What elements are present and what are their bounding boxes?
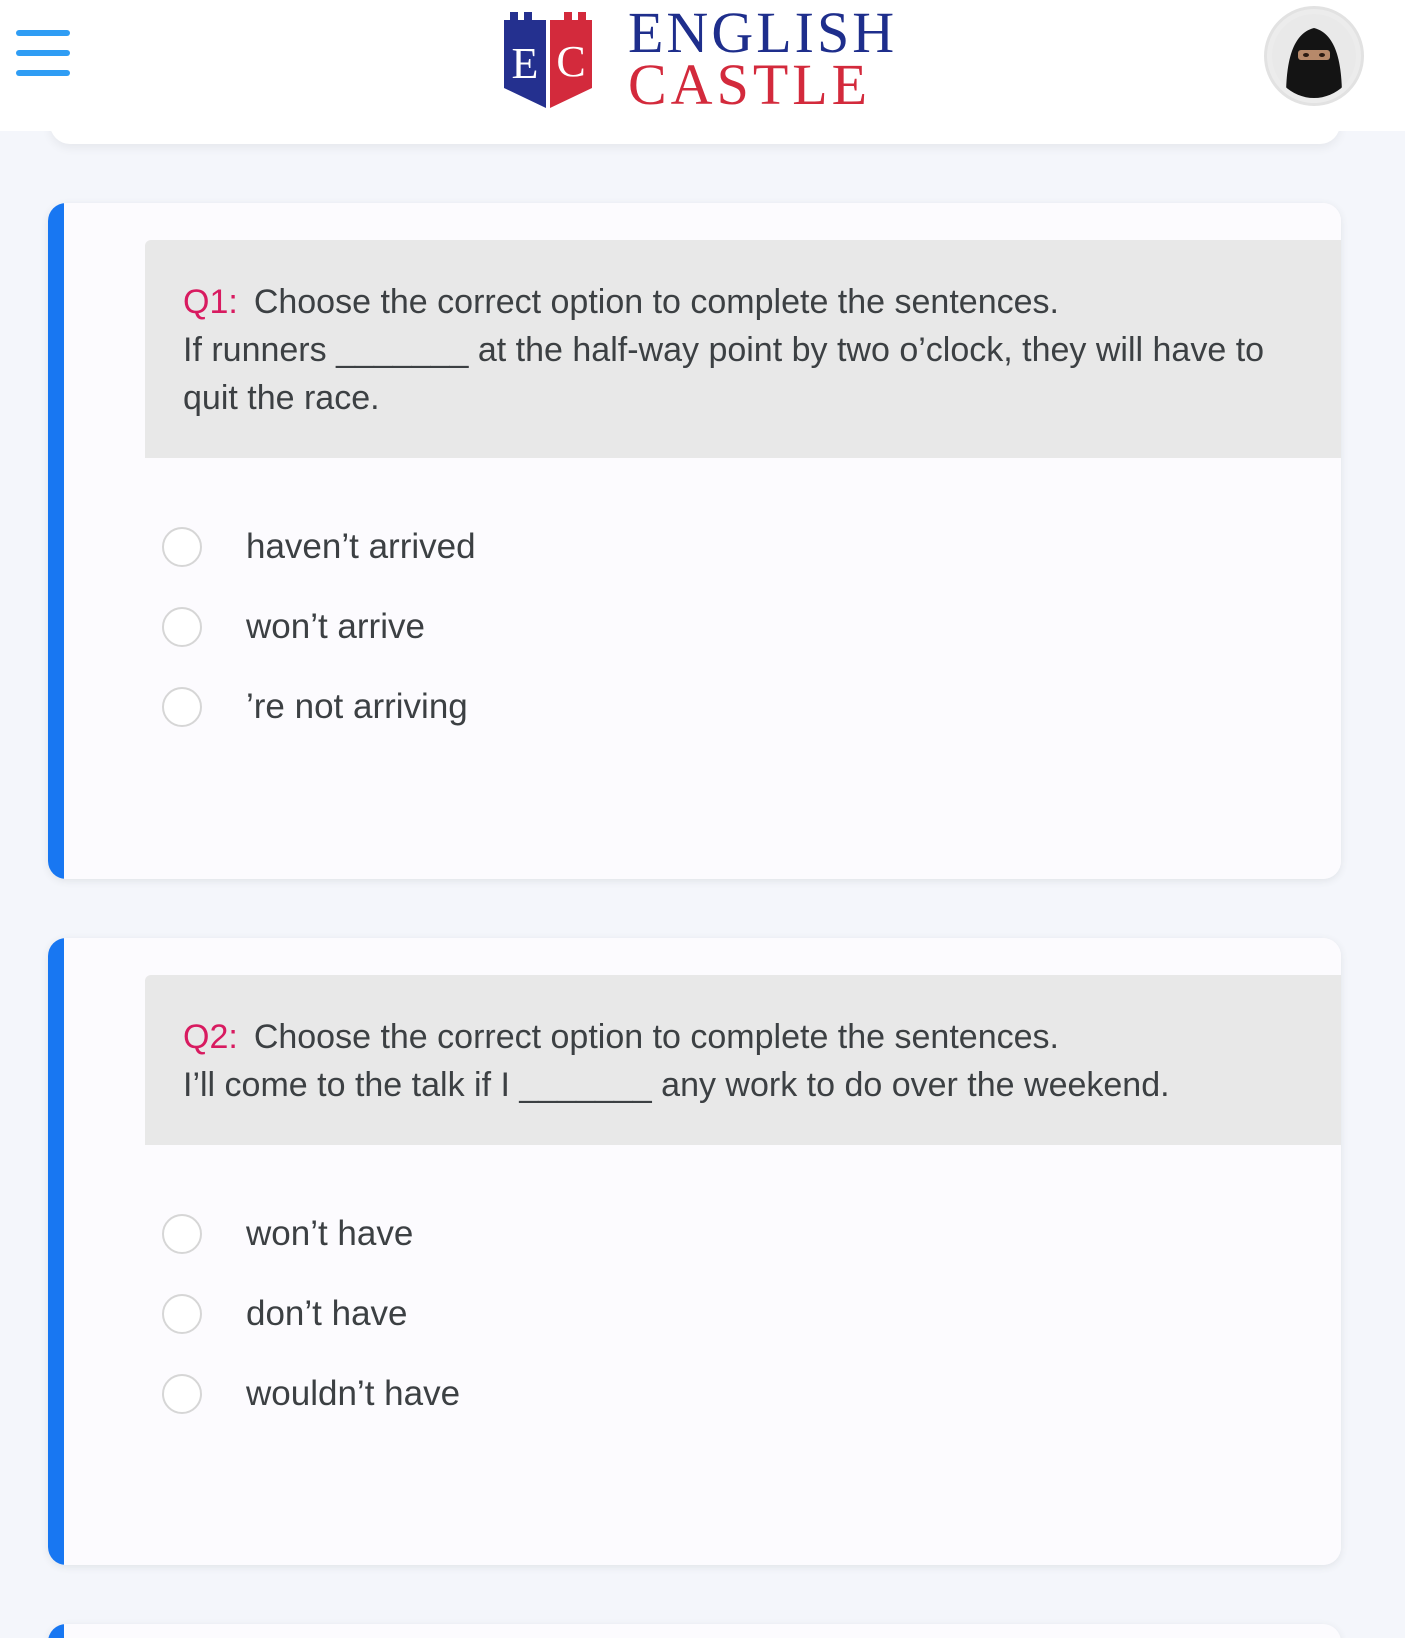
menu-bar bbox=[16, 30, 70, 36]
question-2-prompt: Q2: Choose the correct option to complete… bbox=[145, 975, 1341, 1145]
user-avatar[interactable] bbox=[1264, 6, 1364, 106]
quiz-page: E C ENGLISH CASTLE Q1: Choose the correc… bbox=[0, 0, 1405, 1638]
option-label: won’t arrive bbox=[246, 607, 425, 646]
question-instruction: Choose the correct option to complete th… bbox=[253, 283, 1059, 321]
answer-option[interactable]: haven’t arrived bbox=[162, 507, 476, 587]
question-number: Q1: bbox=[183, 283, 238, 321]
option-label: haven’t arrived bbox=[246, 527, 476, 566]
logo-monogram-c: C bbox=[556, 37, 585, 86]
question-card-2: Q2: Choose the correct option to complete… bbox=[48, 938, 1341, 1565]
app-header: E C ENGLISH CASTLE bbox=[0, 0, 1405, 131]
question-instruction: Choose the correct option to complete th… bbox=[253, 1018, 1059, 1056]
question-1-prompt: Q1: Choose the correct option to complete… bbox=[145, 240, 1341, 458]
radio-button[interactable] bbox=[162, 607, 202, 647]
question-sentence-line2: quit the race. bbox=[183, 379, 380, 417]
question-sentence-line1: I’ll come to the talk if I _______ any w… bbox=[183, 1066, 1170, 1104]
question-number: Q2: bbox=[183, 1018, 238, 1056]
castle-shield-icon: E C bbox=[504, 12, 592, 108]
question-sentence-line1: If runners _______ at the half-way point… bbox=[183, 331, 1265, 369]
english-castle-logo[interactable]: E C ENGLISH CASTLE bbox=[500, 4, 897, 117]
question-2-options: won’t have don’t have wouldn’t have bbox=[162, 1194, 460, 1434]
answer-option[interactable]: won’t arrive bbox=[162, 587, 476, 667]
question-1-instruction-line: Q1: Choose the correct option to complete… bbox=[183, 278, 1312, 326]
answer-option[interactable]: won’t have bbox=[162, 1194, 460, 1274]
logo-line-castle: CASTLE bbox=[628, 52, 872, 117]
option-label: don’t have bbox=[246, 1294, 408, 1333]
question-card-3 bbox=[48, 1624, 1341, 1638]
radio-button[interactable] bbox=[162, 527, 202, 567]
hamburger-menu-icon[interactable] bbox=[16, 28, 72, 78]
question-2-instruction-line: Q2: Choose the correct option to complete… bbox=[183, 1013, 1312, 1061]
menu-bar bbox=[16, 70, 70, 76]
logo-wordmark: ENGLISH CASTLE bbox=[628, 4, 897, 117]
avatar-image bbox=[1272, 14, 1356, 98]
menu-bar bbox=[16, 50, 70, 56]
radio-button[interactable] bbox=[162, 687, 202, 727]
answer-option[interactable]: ’re not arriving bbox=[162, 667, 476, 747]
logo-monogram-e: E bbox=[512, 39, 539, 88]
option-label: won’t have bbox=[246, 1214, 414, 1253]
question-1-options: haven’t arrived won’t arrive ’re not arr… bbox=[162, 507, 476, 747]
radio-button[interactable] bbox=[162, 1214, 202, 1254]
answer-option[interactable]: wouldn’t have bbox=[162, 1354, 460, 1434]
option-label: wouldn’t have bbox=[246, 1374, 461, 1413]
question-card-1: Q1: Choose the correct option to complete… bbox=[48, 203, 1341, 879]
option-label: ’re not arriving bbox=[246, 687, 468, 726]
radio-button[interactable] bbox=[162, 1294, 202, 1334]
radio-button[interactable] bbox=[162, 1374, 202, 1414]
answer-option[interactable]: don’t have bbox=[162, 1274, 460, 1354]
